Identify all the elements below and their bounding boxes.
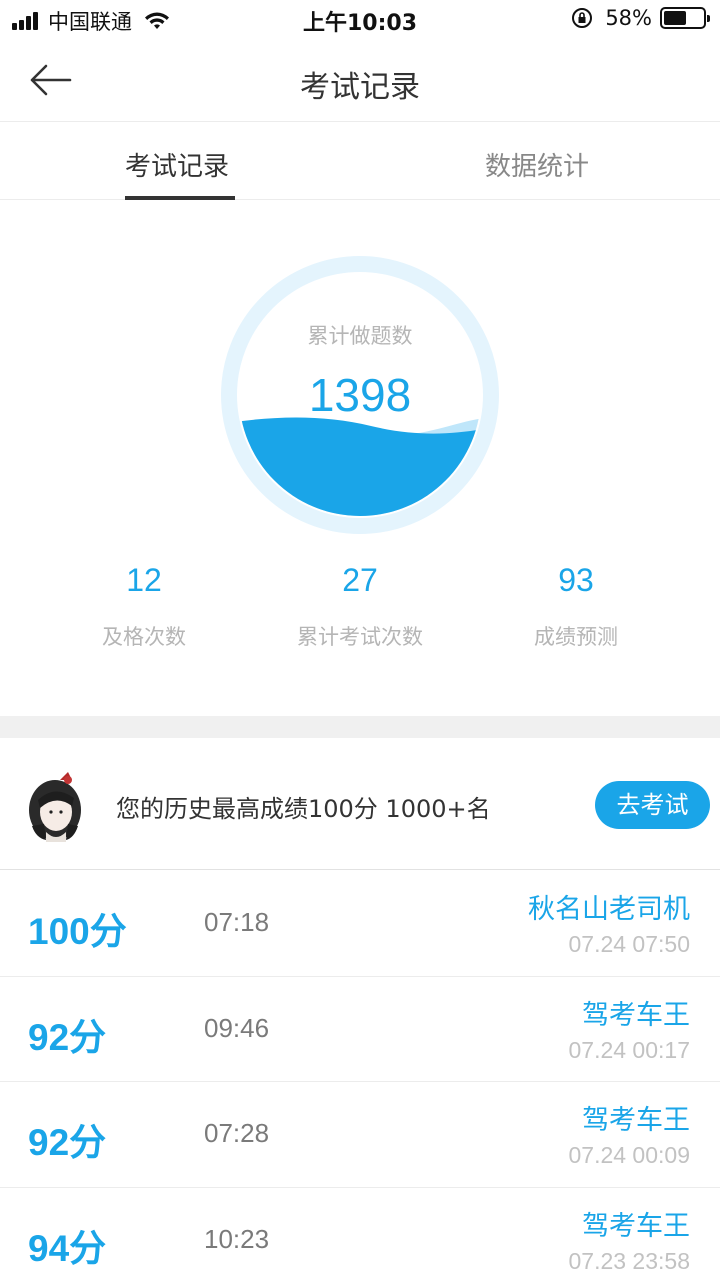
best-score-text: 您的历史最高成绩100分 1000+名 <box>116 795 491 823</box>
record-duration: 07:18 <box>204 907 270 937</box>
nav-bar: 考试记录 <box>0 40 720 122</box>
exam-record-list: 100分 07:18 秋名山老司机 07.24 07:50 92分 09:46 … <box>0 871 720 1280</box>
stat-value: 12 <box>126 562 162 598</box>
tab-data-statistics[interactable]: 数据统计 <box>485 146 589 183</box>
section-divider <box>0 716 720 738</box>
exam-record-row[interactable]: 92分 09:46 驾考车王 07.24 00:17 <box>0 977 720 1082</box>
record-title: 秋名山老司机 <box>528 894 690 925</box>
rotation-lock-icon <box>572 8 593 28</box>
status-right: 58% <box>571 6 710 30</box>
status-bar: 中国联通 上午10:03 58% <box>0 0 720 40</box>
stat-exam-count: 27 累计考试次数 <box>250 562 470 651</box>
exam-record-row[interactable]: 92分 07:28 驾考车王 07.24 00:09 <box>0 1082 720 1188</box>
exam-record-row[interactable]: 94分 10:23 驾考车王 07.23 23:58 <box>0 1188 720 1280</box>
record-duration: 10:23 <box>204 1223 270 1254</box>
record-score: 100分 <box>28 911 127 952</box>
page-title: 考试记录 <box>300 70 420 105</box>
stat-label: 累计考试次数 <box>297 625 423 649</box>
record-date: 07.24 07:50 <box>568 931 690 957</box>
exam-record-row[interactable]: 100分 07:18 秋名山老司机 07.24 07:50 <box>0 871 720 977</box>
stat-value: 27 <box>342 562 378 598</box>
total-questions-label: 累计做题数 <box>307 324 413 348</box>
battery-icon <box>660 7 710 29</box>
record-title: 驾考车王 <box>582 999 690 1031</box>
record-date: 07.24 00:09 <box>568 1142 690 1168</box>
stat-pass-count: 12 及格次数 <box>34 562 254 651</box>
question-count-gauge: 累计做题数 1398 <box>221 256 499 534</box>
record-score: 92分 <box>28 1016 107 1058</box>
record-duration: 09:46 <box>204 1012 270 1043</box>
best-score-row: 您的历史最高成绩100分 1000+名 去考试 <box>0 738 720 870</box>
record-score: 92分 <box>28 1122 107 1163</box>
tab-bar: 考试记录 数据统计 <box>0 122 720 200</box>
tab-exam-records[interactable]: 考试记录 <box>125 146 229 183</box>
record-title: 驾考车王 <box>582 1210 690 1242</box>
stat-label: 及格次数 <box>102 625 186 649</box>
stat-score-prediction: 93 成绩预测 <box>466 562 686 651</box>
record-title: 驾考车王 <box>582 1105 690 1136</box>
stat-label: 成绩预测 <box>534 625 618 649</box>
take-exam-button[interactable]: 去考试 <box>595 781 710 829</box>
stat-value: 93 <box>558 562 594 598</box>
active-tab-indicator <box>125 196 235 200</box>
record-date: 07.23 23:58 <box>568 1247 690 1274</box>
avatar <box>29 772 81 842</box>
total-questions-value: 1398 <box>308 369 412 421</box>
record-duration: 07:28 <box>204 1118 270 1148</box>
record-date: 07.24 00:17 <box>568 1036 690 1063</box>
battery-percent: 58% <box>605 6 652 30</box>
record-score: 94分 <box>28 1227 107 1269</box>
